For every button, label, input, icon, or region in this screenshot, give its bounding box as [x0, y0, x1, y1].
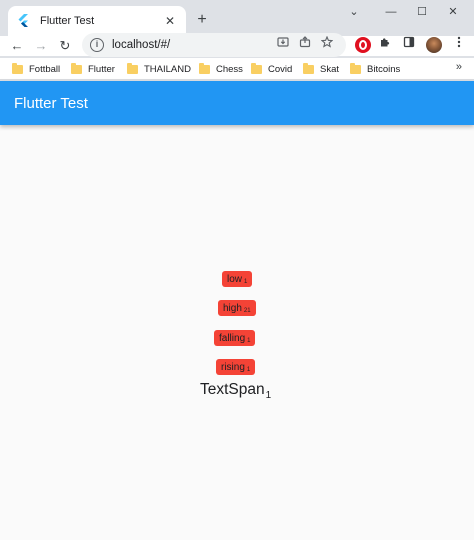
bookmark-label: Bitcoins: [367, 63, 401, 75]
url-text[interactable]: localhost/#/: [112, 39, 272, 51]
reload-button[interactable]: ↻: [55, 36, 75, 56]
bookmark-label: THAILAND: [144, 63, 191, 75]
bookmark-folder-chess[interactable]: Chess: [199, 62, 243, 76]
more-bookmarks-icon[interactable]: »: [456, 61, 462, 73]
browser-tab[interactable]: Flutter Test ✕: [8, 6, 186, 36]
bookmark-folder-fottball[interactable]: Fottball: [12, 62, 60, 76]
folder-icon: [350, 62, 361, 74]
bookmark-folder-thailand[interactable]: THAILAND: [127, 62, 191, 76]
bookmark-label: Chess: [216, 63, 243, 75]
tab-close-icon[interactable]: ✕: [162, 14, 178, 28]
bookmark-folder-covid[interactable]: Covid: [251, 62, 292, 76]
chip-falling: falling 1: [214, 330, 256, 346]
site-info-icon[interactable]: i: [90, 38, 104, 52]
chip-subscript: 1: [246, 367, 251, 373]
share-icon[interactable]: [294, 34, 316, 56]
bookmark-label: Flutter: [88, 63, 115, 75]
minimize-button[interactable]: —: [381, 4, 401, 20]
chip-rising: rising 1: [216, 359, 256, 375]
bookmarks-bar: Fottball Flutter THAILAND Chess Covid Sk…: [0, 58, 474, 80]
back-button[interactable]: ←: [7, 36, 27, 56]
bookmark-folder-flutter[interactable]: Flutter: [71, 62, 115, 76]
forward-button[interactable]: →: [31, 36, 51, 56]
chip-subscript: 1: [244, 279, 248, 285]
flutter-logo-icon: [16, 14, 30, 28]
folder-icon: [199, 62, 210, 74]
folder-icon: [303, 62, 314, 74]
chip-text: rising: [221, 361, 245, 373]
bookmark-folder-skat[interactable]: Skat: [303, 62, 339, 76]
profile-avatar[interactable]: [426, 37, 442, 53]
bookmark-label: Skat: [320, 63, 340, 75]
chip-text: high: [223, 302, 242, 314]
chip-subscript: 21: [243, 308, 251, 314]
bookmark-star-icon[interactable]: [316, 34, 338, 56]
maximize-button[interactable]: ☐: [412, 4, 432, 20]
close-window-button[interactable]: ✕: [443, 4, 463, 20]
textspan-label: TextSpan1: [200, 381, 272, 401]
chip-text: low: [227, 273, 243, 285]
opera-extension-icon[interactable]: [355, 37, 371, 53]
tab-search-dropdown-icon[interactable]: ⌄: [344, 4, 364, 20]
tab-strip: Flutter Test ✕ + ⌄ — ☐ ✕: [0, 0, 474, 36]
textspan-text: TextSpan: [200, 381, 265, 398]
chip-subscript: 1: [247, 338, 251, 344]
textspan-subscript: 1: [265, 390, 272, 401]
folder-icon: [71, 62, 82, 74]
app-title: Flutter Test: [14, 95, 88, 112]
folder-icon: [127, 62, 138, 74]
folder-icon: [251, 62, 262, 74]
app-bar: Flutter Test: [0, 81, 474, 125]
chip-text: falling: [219, 332, 246, 344]
bookmark-label: Covid: [268, 63, 293, 75]
bookmark-folder-bitcoins[interactable]: Bitcoins: [350, 62, 400, 76]
more-menu-icon[interactable]: [450, 36, 468, 54]
chip-low: low 1: [222, 271, 253, 287]
address-bar[interactable]: i localhost/#/: [82, 33, 346, 57]
chip-high: high 21: [218, 300, 256, 316]
extensions-puzzle-icon[interactable]: [376, 36, 394, 54]
bookmark-label: Fottball: [29, 63, 61, 75]
folder-icon: [12, 62, 23, 74]
tab-title: Flutter Test: [40, 15, 95, 27]
new-tab-button[interactable]: +: [192, 10, 212, 30]
side-panel-icon[interactable]: [400, 36, 418, 54]
install-app-icon[interactable]: [272, 34, 294, 56]
